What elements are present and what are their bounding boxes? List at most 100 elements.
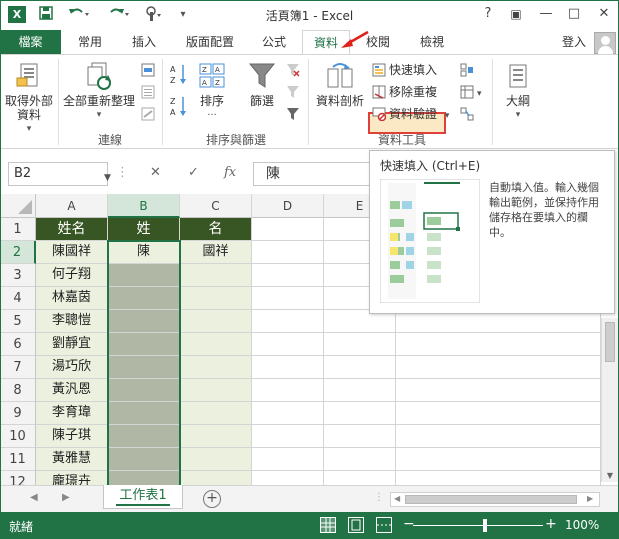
row-header-11[interactable]: 11 — [0, 448, 36, 471]
tab-file[interactable]: 檔案 — [0, 30, 61, 54]
restore-icon[interactable]: □ — [562, 4, 586, 24]
row-header-8[interactable]: 8 — [0, 379, 36, 402]
avatar[interactable] — [594, 32, 616, 54]
page-break-view-icon[interactable] — [376, 517, 392, 533]
scroll-left-icon[interactable]: ◀ — [394, 494, 400, 503]
cell-a3[interactable]: 何子翔 — [36, 264, 108, 287]
relationships-button[interactable] — [460, 105, 477, 123]
next-sheet-icon[interactable]: ▶ — [62, 492, 70, 503]
zoom-slider[interactable] — [413, 525, 543, 526]
cell-b9[interactable] — [108, 402, 180, 425]
row-header-9[interactable]: 9 — [0, 402, 36, 425]
edit-links-button[interactable] — [141, 105, 158, 123]
remove-duplicates-button[interactable]: 移除重複 — [372, 83, 437, 101]
sign-in-link[interactable]: 登入 — [562, 30, 586, 54]
cell-b2[interactable]: 陳 — [108, 241, 180, 264]
insert-function-icon[interactable]: fx — [224, 165, 236, 180]
cell-d4[interactable] — [252, 287, 324, 310]
sort-button[interactable]: ZAAZ 排序 ... — [194, 61, 230, 118]
row-header-10[interactable]: 10 — [0, 425, 36, 448]
help-icon[interactable]: ? — [476, 4, 500, 24]
tab-formulas[interactable]: 公式 — [252, 30, 296, 54]
name-box[interactable]: B2 ▼ — [8, 162, 111, 186]
cell-b4[interactable] — [108, 287, 180, 310]
cell-b7[interactable] — [108, 356, 180, 379]
cell-a7[interactable]: 湯巧欣 — [36, 356, 108, 379]
cell-d9[interactable] — [252, 402, 324, 425]
cell-a2[interactable]: 陳國祥 — [36, 241, 108, 264]
cell-c8[interactable] — [180, 379, 252, 402]
cell-c1[interactable]: 名 — [180, 218, 252, 241]
cell-c5[interactable] — [180, 310, 252, 333]
cell-a8[interactable]: 黃汎恩 — [36, 379, 108, 402]
cell-c11[interactable] — [180, 448, 252, 471]
column-header-a[interactable]: A — [36, 194, 108, 218]
scroll-down-icon[interactable]: ▼ — [605, 471, 615, 480]
cell-f9[interactable] — [396, 402, 601, 425]
close-icon[interactable]: ✕ — [592, 4, 616, 24]
cell-a10[interactable]: 陳子琪 — [36, 425, 108, 448]
cell-e10[interactable] — [324, 425, 396, 448]
column-header-b[interactable]: B — [108, 194, 180, 218]
advanced-filter-button[interactable] — [286, 105, 303, 123]
sort-ascending-button[interactable]: AZ — [170, 63, 188, 85]
cell-d2[interactable] — [252, 241, 324, 264]
sheet-tab-1[interactable]: 工作表1 — [103, 485, 183, 509]
cell-d11[interactable] — [252, 448, 324, 471]
cell-a11[interactable]: 黃雅慧 — [36, 448, 108, 471]
cell-b3[interactable] — [108, 264, 180, 287]
cell-e11[interactable] — [324, 448, 396, 471]
page-layout-view-icon[interactable] — [348, 517, 364, 533]
row-header-3[interactable]: 3 — [0, 264, 36, 287]
text-to-columns-button[interactable]: 資料剖析 — [312, 61, 368, 108]
reapply-filter-button[interactable] — [286, 83, 303, 101]
minimize-icon[interactable]: — — [534, 4, 558, 24]
vertical-scrollbar[interactable]: ▼ — [601, 318, 618, 482]
cell-f6[interactable] — [396, 333, 601, 356]
cell-c6[interactable] — [180, 333, 252, 356]
cell-c2[interactable]: 國祥 — [180, 241, 252, 264]
cell-b10[interactable] — [108, 425, 180, 448]
normal-view-icon[interactable] — [320, 517, 336, 533]
cell-a9[interactable]: 李育瑋 — [36, 402, 108, 425]
ribbon-display-icon[interactable]: ▣ — [504, 4, 528, 24]
consolidate-button[interactable] — [460, 61, 477, 79]
properties-button[interactable] — [141, 83, 158, 101]
zoom-in-icon[interactable]: + — [545, 516, 557, 532]
prev-sheet-icon[interactable]: ◀ — [30, 492, 38, 503]
row-header-1[interactable]: 1 — [0, 218, 36, 241]
row-header-7[interactable]: 7 — [0, 356, 36, 379]
cell-e7[interactable] — [324, 356, 396, 379]
column-header-c[interactable]: C — [180, 194, 252, 218]
cell-d1[interactable] — [252, 218, 324, 241]
cell-d5[interactable] — [252, 310, 324, 333]
cell-c4[interactable] — [180, 287, 252, 310]
cell-b1[interactable]: 姓 — [108, 218, 180, 241]
row-header-2[interactable]: 2 — [0, 241, 36, 264]
data-validation-button[interactable]: 資料驗證 ▾ — [372, 105, 449, 123]
flash-fill-button[interactable]: 快速填入 — [372, 61, 437, 79]
cell-a6[interactable]: 劉靜宜 — [36, 333, 108, 356]
tab-page-layout[interactable]: 版面配置 — [178, 30, 242, 54]
row-header-5[interactable]: 5 — [0, 310, 36, 333]
cancel-icon[interactable]: ✕ — [150, 165, 161, 180]
cell-e6[interactable] — [324, 333, 396, 356]
connections-button[interactable] — [141, 61, 158, 79]
cell-a5[interactable]: 李聰愷 — [36, 310, 108, 333]
outline-button[interactable]: 大綱 ▾ — [498, 61, 538, 122]
cell-f7[interactable] — [396, 356, 601, 379]
cell-a4[interactable]: 林嘉茵 — [36, 287, 108, 310]
row-header-6[interactable]: 6 — [0, 333, 36, 356]
enter-icon[interactable]: ✓ — [188, 165, 199, 180]
row-header-4[interactable]: 4 — [0, 287, 36, 310]
clear-filter-button[interactable] — [286, 61, 303, 79]
vertical-scroll-thumb[interactable] — [605, 322, 615, 362]
cell-e9[interactable] — [324, 402, 396, 425]
cell-b6[interactable] — [108, 333, 180, 356]
cell-f8[interactable] — [396, 379, 601, 402]
cell-d6[interactable] — [252, 333, 324, 356]
cell-d7[interactable] — [252, 356, 324, 379]
cell-d10[interactable] — [252, 425, 324, 448]
get-external-data-button[interactable]: 取得外部資料 ▾ — [2, 61, 56, 136]
cell-a1[interactable]: 姓名 — [36, 218, 108, 241]
